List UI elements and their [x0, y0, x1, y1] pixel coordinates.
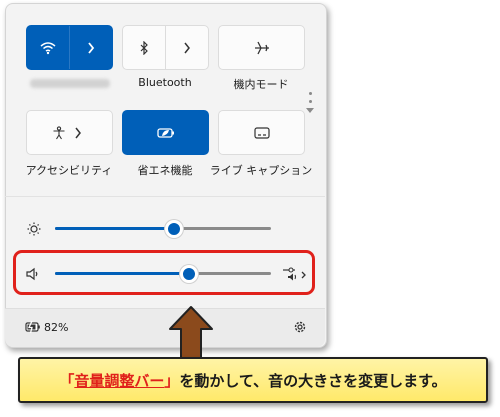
wifi-expand-button[interactable]	[70, 26, 112, 69]
captions-icon	[253, 126, 270, 139]
chevron-right-icon	[184, 42, 190, 53]
accessibility-expand-button[interactable]	[70, 111, 113, 154]
page-indicator[interactable]	[306, 92, 314, 113]
accessibility-toggle[interactable]	[27, 111, 70, 154]
chevron-right-icon	[74, 127, 81, 138]
bluetooth-expand-button[interactable]	[166, 26, 208, 69]
sun-icon	[27, 222, 41, 236]
scroll-down-icon	[306, 108, 314, 113]
tile-label-accessibility: アクセシビリティ	[25, 164, 113, 177]
brightness-slider[interactable]	[55, 227, 271, 230]
callout-text: を動かして、音の大きさを変更します。	[179, 371, 447, 390]
page-dot	[308, 92, 312, 95]
gear-icon[interactable]	[293, 320, 307, 334]
callout-open-bracket: 「	[59, 371, 75, 390]
chevron-right-icon	[88, 41, 95, 54]
wifi-toggle[interactable]	[27, 26, 69, 69]
tile-bluetooth[interactable]	[122, 25, 209, 70]
instruction-callout: 「音量調整バー」を動かして、音の大きさを変更します。	[18, 357, 488, 403]
accessibility-icon	[53, 125, 64, 139]
battery-saver-icon	[156, 127, 174, 138]
tile-battery-saver[interactable]	[122, 110, 209, 155]
tile-label-live-captions: ライブ キャプション	[209, 164, 313, 177]
divider	[5, 196, 325, 197]
tile-live-captions[interactable]	[218, 110, 305, 155]
tile-accessibility[interactable]	[26, 110, 113, 155]
airplane-icon	[254, 41, 269, 54]
callout-arrow-icon	[169, 306, 213, 360]
callout-close-bracket: 」	[164, 371, 180, 390]
callout-highlight-text: 音量調整バー	[74, 371, 165, 390]
wifi-network-name-blurred	[30, 79, 110, 88]
bluetooth-icon	[140, 40, 148, 55]
battery-percentage[interactable]: 82%	[44, 321, 68, 334]
tile-label-bluetooth: Bluetooth	[138, 76, 192, 89]
tile-label-battery-saver: 省エネ機能	[137, 164, 193, 177]
tile-wifi[interactable]	[26, 25, 113, 70]
bluetooth-toggle[interactable]	[123, 26, 165, 69]
page-dot	[308, 100, 312, 103]
wifi-icon	[40, 41, 56, 54]
battery-charging-icon[interactable]	[25, 320, 41, 334]
tile-label-airplane: 機内モード	[233, 78, 289, 91]
volume-slider-highlight	[13, 250, 315, 295]
tile-airplane[interactable]	[218, 25, 305, 70]
brightness-slider-fill	[55, 227, 174, 230]
brightness-slider-thumb[interactable]	[164, 220, 183, 238]
